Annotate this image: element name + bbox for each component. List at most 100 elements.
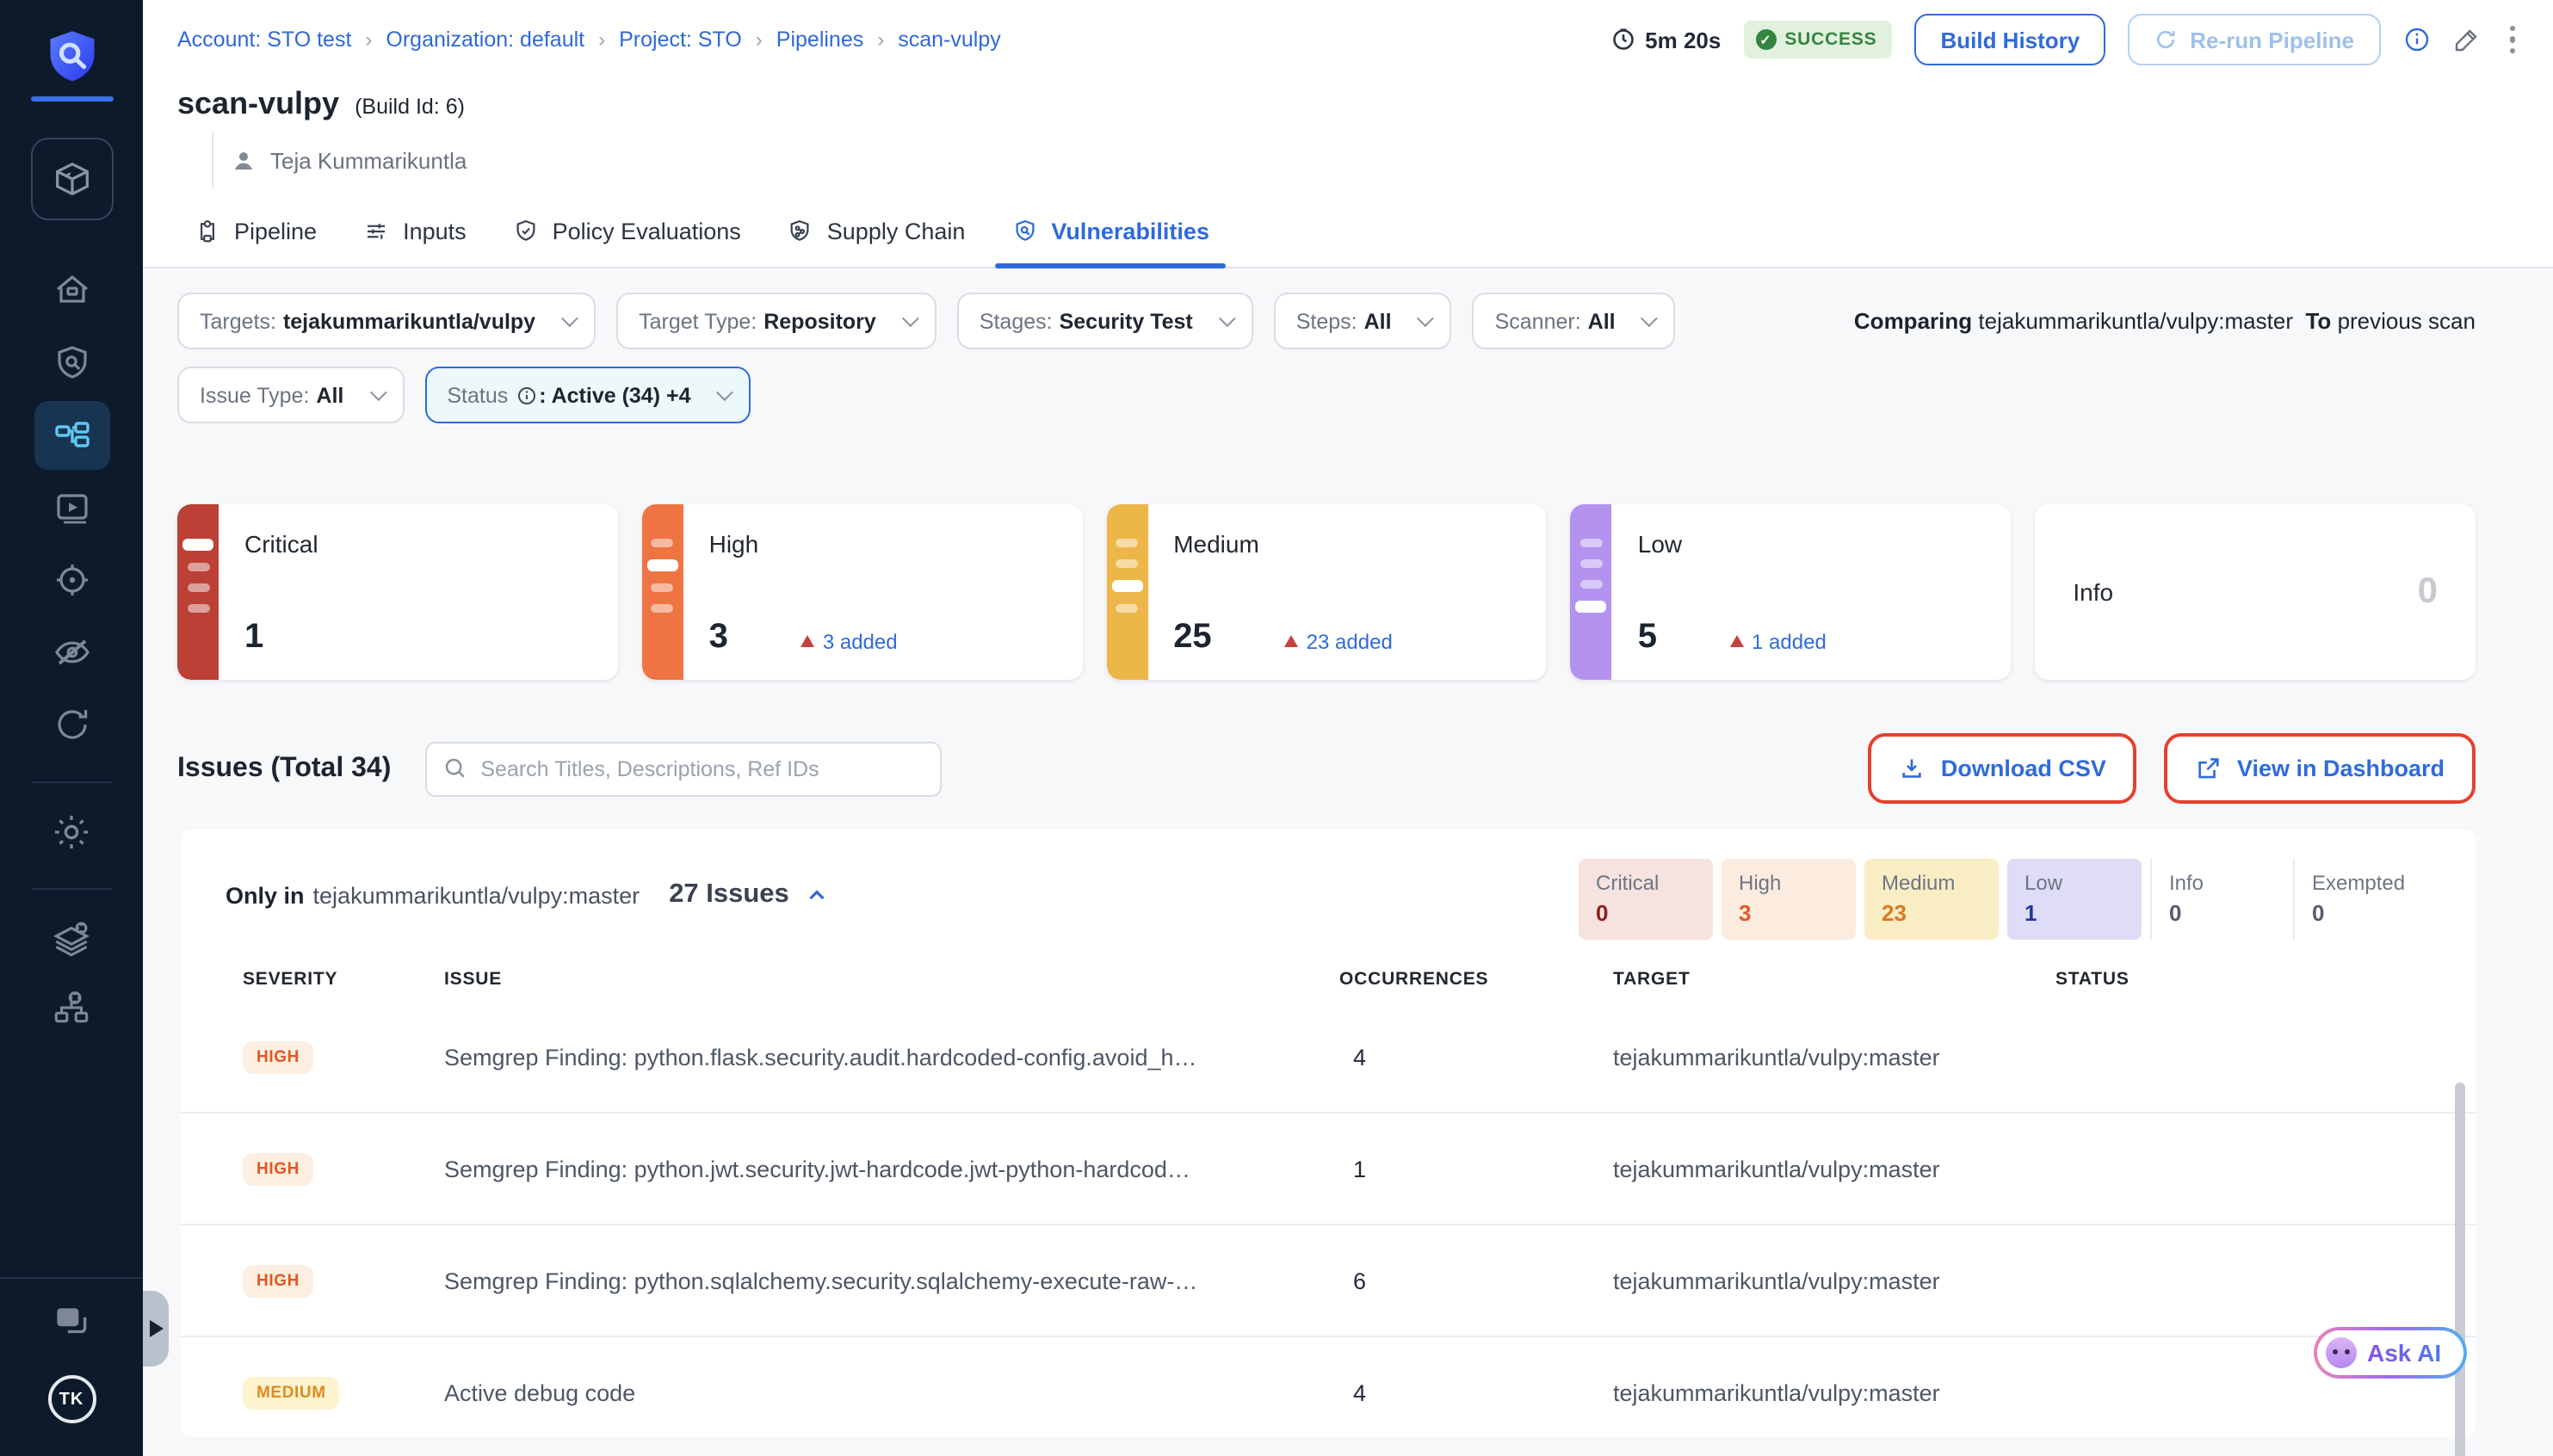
supply-chain-shield-icon [788, 218, 813, 244]
sidebar-item-settings[interactable] [34, 797, 109, 866]
severity-card-high[interactable]: High 3 3 added [642, 504, 1083, 680]
breadcrumb: Account: STO test › Organization: defaul… [177, 28, 1001, 52]
filter-scanner[interactable]: Scanner:All [1473, 293, 1676, 349]
tab-inputs[interactable]: Inputs [363, 194, 467, 267]
filter-status[interactable]: Status : Active (34) +4 [424, 367, 751, 423]
increase-arrow-icon [801, 635, 814, 647]
policy-shield-icon [513, 218, 539, 244]
filters: Targets:tejakummarikuntla/vulpy Target T… [143, 268, 2553, 423]
tab-vulnerabilities[interactable]: Vulnerabilities [1011, 194, 1209, 267]
issue-title: Active debug code [444, 1379, 1339, 1405]
sidebar-item-reload[interactable] [34, 690, 109, 759]
search-box [425, 741, 942, 796]
breadcrumb-pipelines[interactable]: Pipelines [776, 28, 863, 52]
sidebar: ? TK [0, 0, 143, 1456]
help-chat-icon: ? [50, 1299, 93, 1342]
chevron-down-icon [1219, 310, 1236, 327]
more-options-icon[interactable] [2502, 22, 2522, 58]
sto-shield-logo [42, 28, 101, 86]
breadcrumb-separator: › [365, 28, 372, 52]
rerun-pipeline-button[interactable]: Re-run Pipeline [2128, 14, 2380, 65]
status-badge: ✓ SUCCESS [1743, 21, 1892, 59]
sidebar-bottom: ? TK [0, 1277, 143, 1423]
sidebar-nav [34, 256, 109, 759]
added-count: 23 added [1284, 629, 1393, 653]
vulnerabilities-content: Targets:tejakummarikuntla/vulpy Target T… [143, 268, 2553, 1456]
filter-steps[interactable]: Steps:All [1274, 293, 1452, 349]
inputs-tab-icon [363, 218, 389, 244]
reload-icon [51, 704, 92, 745]
table-row[interactable]: HIGH Semgrep Finding: python.sqlalchemy.… [181, 1225, 2476, 1337]
table-row[interactable]: HIGH Semgrep Finding: python.flask.secur… [181, 1002, 2476, 1114]
refresh-icon [2154, 28, 2178, 52]
occurrences-count: 6 [1339, 1268, 1613, 1293]
filter-issue-type[interactable]: Issue Type:All [177, 367, 404, 423]
main-area: Account: STO test › Organization: defaul… [143, 0, 2553, 1456]
scan-shield-icon [51, 342, 92, 384]
severity-card-low[interactable]: Low 5 1 added [1571, 504, 2012, 680]
severity-strip [177, 504, 219, 680]
edit-pipeline-icon[interactable] [2452, 26, 2480, 53]
sidebar-item-exemptions[interactable] [34, 618, 109, 687]
build-history-button[interactable]: Build History [1914, 14, 2105, 65]
view-in-dashboard-button[interactable]: View in Dashboard [2165, 733, 2476, 804]
issues-heading: Issues (Total 34) [177, 753, 391, 784]
chip-exempted: Exempted0 [2293, 859, 2451, 940]
svg-text:?: ? [65, 1307, 74, 1325]
sidebar-item-scan[interactable] [34, 329, 109, 398]
sidebar-item-targets[interactable] [34, 546, 109, 614]
filter-stages[interactable]: Stages:Security Test [957, 293, 1253, 349]
external-link-icon [2196, 756, 2222, 781]
settings-gear-icon [50, 810, 93, 853]
sidebar-item-pipelines[interactable] [34, 401, 109, 470]
increase-arrow-icon [1284, 635, 1298, 647]
layers-settings-icon [50, 916, 93, 959]
chevron-up-icon[interactable] [805, 882, 831, 908]
sidebar-item-home[interactable] [34, 256, 109, 325]
issue-title: Semgrep Finding: python.sqlalchemy.secur… [444, 1268, 1339, 1293]
group-title[interactable]: Only in tejakummarikuntla/vulpy:master 2… [226, 879, 831, 910]
clock-icon [1610, 28, 1635, 52]
sidebar-divider [32, 888, 111, 890]
occurrences-count: 1 [1339, 1156, 1613, 1181]
sidebar-item-layers[interactable] [34, 904, 109, 972]
pipelines-icon [51, 415, 92, 456]
avatar[interactable]: TK [47, 1375, 96, 1423]
sidebar-item-help[interactable]: ? [34, 1289, 109, 1351]
tab-policy-evaluations[interactable]: Policy Evaluations [513, 194, 741, 267]
executions-icon [51, 487, 92, 528]
issues-table: HIGH Semgrep Finding: python.flask.secur… [181, 1002, 2476, 1437]
severity-strip [642, 504, 683, 680]
breadcrumb-separator: › [877, 28, 884, 52]
severity-card-medium[interactable]: Medium 25 23 added [1106, 504, 1547, 680]
sidebar-item-module[interactable] [30, 138, 113, 220]
download-csv-button[interactable]: Download CSV [1869, 733, 2137, 804]
ask-ai-button[interactable]: Ask AI [2314, 1327, 2467, 1379]
search-input[interactable] [425, 741, 942, 796]
breadcrumb-project[interactable]: Project: STO [619, 28, 742, 52]
table-scrollbar[interactable] [2455, 1083, 2465, 1456]
build-id: (Build Id: 6) [355, 95, 465, 119]
info-icon [516, 385, 537, 405]
severity-badge: MEDIUM [243, 1377, 340, 1410]
breadcrumb-organization[interactable]: Organization: default [386, 28, 584, 52]
info-icon[interactable] [2402, 26, 2430, 53]
chip-high: High3 [1722, 859, 1856, 940]
filter-target-type[interactable]: Target Type:Repository [616, 293, 937, 349]
sidebar-item-executions[interactable] [34, 473, 109, 542]
severity-card-info[interactable]: Info 0 [2035, 504, 2476, 680]
breadcrumb-account[interactable]: Account: STO test [177, 28, 351, 52]
severity-card-critical[interactable]: Critical 1 [177, 504, 618, 680]
breadcrumb-current[interactable]: scan-vulpy [898, 28, 1001, 52]
filter-targets[interactable]: Targets:tejakummarikuntla/vulpy [177, 293, 596, 349]
table-row[interactable]: HIGH Semgrep Finding: python.jwt.securit… [181, 1114, 2476, 1225]
table-row[interactable]: MEDIUM Active debug code 4 tejakummariku… [181, 1337, 2476, 1437]
chevron-down-icon [1418, 310, 1435, 327]
tab-pipeline[interactable]: Pipeline [195, 194, 317, 267]
chip-critical: Critical0 [1579, 859, 1713, 940]
sidebar-expand-handle[interactable] [143, 1291, 169, 1367]
search-icon [442, 755, 468, 780]
tab-supply-chain[interactable]: Supply Chain [788, 194, 966, 267]
sidebar-item-infrastructure[interactable] [34, 972, 109, 1041]
issue-target: tejakummarikuntla/vulpy:master [1613, 1379, 2055, 1405]
